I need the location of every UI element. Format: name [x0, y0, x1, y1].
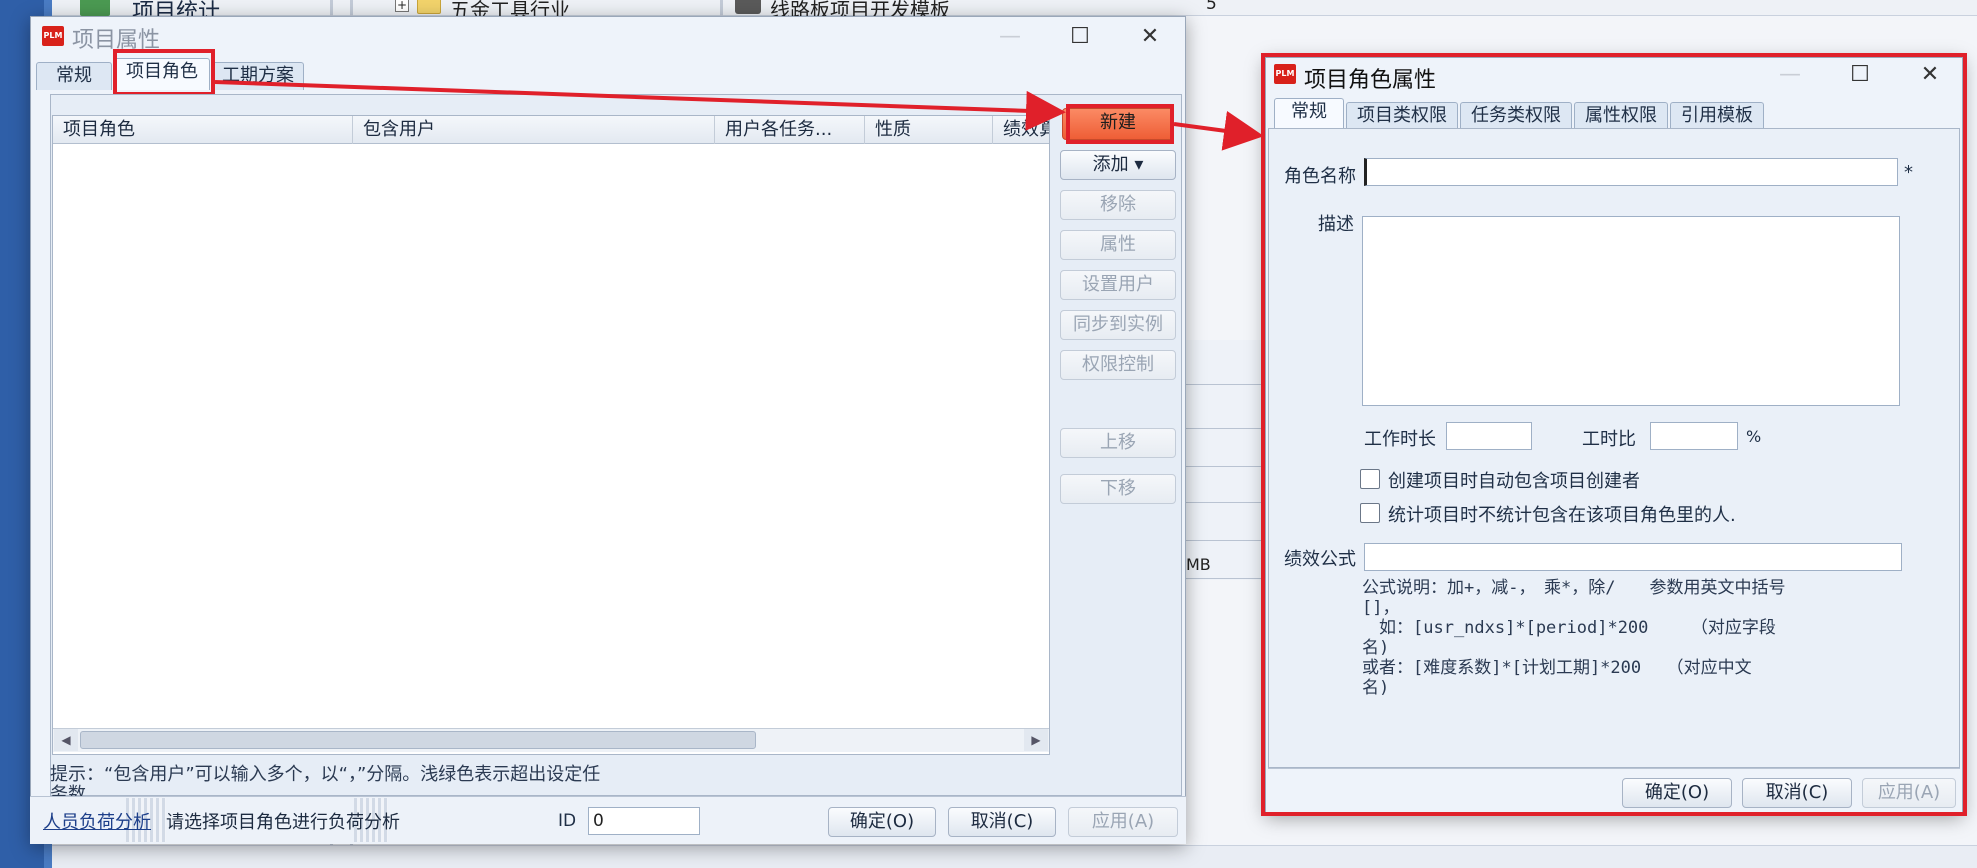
arrow-to-new-button — [214, 80, 1066, 131]
arrow-to-role-dialog — [1173, 110, 1264, 151]
annotation-arrows — [214, 80, 1264, 151]
